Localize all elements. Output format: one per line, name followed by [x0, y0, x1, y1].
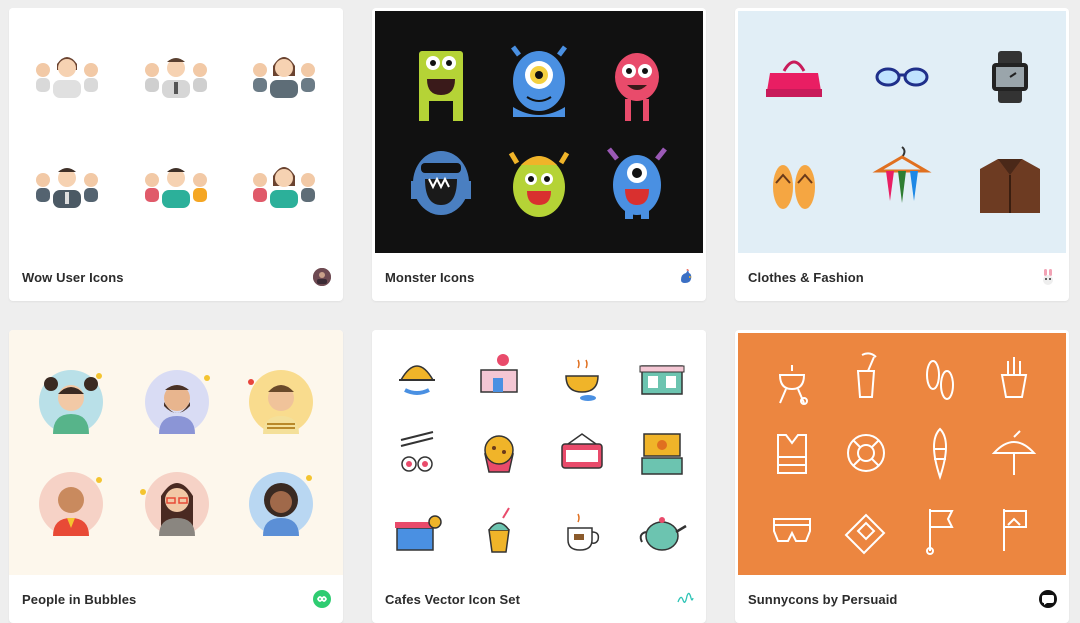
card-title[interactable]: People in Bubbles [22, 592, 136, 607]
coffee-cup-icon [567, 513, 600, 551]
soup-bowl-icon [565, 359, 599, 401]
card-footer: Cafes Vector Icon Set [372, 575, 706, 623]
infinity-green-icon[interactable] [313, 590, 331, 608]
hanging-ties-icon [872, 146, 932, 203]
card-title[interactable]: Cafes Vector Icon Set [385, 592, 520, 607]
serving-cloche-icon [399, 365, 435, 395]
card-footer: People in Bubbles [9, 575, 343, 623]
card-preview[interactable] [375, 11, 703, 253]
card-title[interactable]: Clothes & Fashion [748, 270, 864, 285]
blond-man-bubble-icon [248, 370, 313, 434]
curly-woman-bubble-icon [249, 472, 313, 536]
card-preview[interactable] [9, 8, 343, 253]
french-fries-icon [1000, 357, 1028, 398]
rooster-avatar-icon[interactable] [676, 268, 694, 286]
women-dark-group-icon [253, 57, 315, 98]
ice-cream-shop-icon [480, 354, 518, 393]
beach-flag-icon [926, 509, 954, 555]
blue-cyclops-monster-icon [511, 45, 567, 117]
icon-set-card-people-bubbles[interactable]: People in Bubbles [9, 330, 343, 623]
swim-shorts-icon [773, 518, 811, 542]
woman-glasses-bubble-icon [140, 472, 209, 536]
glasses-icon [875, 67, 929, 87]
avatar-photo-icon[interactable] [313, 268, 331, 286]
icon-set-card-cafes[interactable]: Cafes Vector Icon Set [372, 330, 706, 623]
card-title[interactable]: Wow User Icons [22, 270, 124, 285]
sushi-chopsticks-icon [400, 431, 434, 472]
sailing-flag-icon [1003, 509, 1027, 551]
card-title[interactable]: Sunnycons by Persuaid [748, 592, 897, 607]
bald-man-bubble-icon [39, 472, 103, 536]
mixed-group-icon [253, 167, 315, 208]
icon-set-card-clothes-fashion[interactable]: Clothes & Fashion [735, 8, 1069, 301]
girl-pigtails-bubble-icon [39, 370, 103, 434]
icon-set-card-wow-user[interactable]: Wow User Icons [9, 8, 343, 301]
muffin-icon [484, 435, 514, 473]
card-footer: Clothes & Fashion [735, 253, 1069, 301]
pink-monster-icon [615, 53, 659, 121]
card-footer: Wow User Icons [9, 253, 343, 301]
candy-shop-icon [395, 515, 442, 551]
card-preview[interactable] [372, 330, 706, 575]
surfboard-icon [933, 427, 947, 481]
teapot-icon [639, 517, 687, 551]
bearded-man-bubble-icon [145, 370, 210, 434]
barbecue-grill-icon [778, 365, 808, 405]
wristwatch-icon [992, 51, 1028, 103]
card-footer: Sunnycons by Persuaid [735, 575, 1069, 623]
menu-board-icon [641, 433, 683, 475]
icon-set-card-sunnycons[interactable]: Sunnycons by Persuaid [735, 330, 1069, 623]
green-box-monster-icon [419, 51, 463, 121]
milkshake-icon [488, 507, 510, 553]
men-group-icon [145, 58, 207, 98]
colorful-group-icon [145, 168, 207, 208]
sunglasses-monster-icon [411, 151, 471, 215]
card-preview[interactable] [9, 330, 343, 575]
card-preview[interactable] [738, 333, 1066, 575]
beach-umbrella-icon [991, 430, 1037, 475]
cocktail-drink-icon [856, 352, 877, 398]
life-vest-icon [777, 434, 807, 474]
card-footer: Monster Icons [372, 253, 706, 301]
viking-monster-icon [508, 151, 570, 217]
jacket-icon [980, 159, 1040, 213]
handbag-icon [766, 60, 822, 97]
women-group-icon [36, 57, 98, 98]
signature-logo-icon[interactable] [676, 590, 694, 608]
closed-sign-icon [561, 433, 603, 469]
lifebuoy-icon [847, 434, 885, 472]
flip-flops-outline-icon [926, 360, 954, 400]
ticket-icon [844, 513, 886, 555]
rabbit-avatar-icon[interactable] [1039, 268, 1057, 286]
card-preview[interactable] [738, 11, 1066, 253]
flip-flops-icon [773, 165, 815, 209]
blue-horned-monster-icon [607, 147, 667, 219]
cafe-storefront-icon [639, 365, 685, 395]
chat-bubble-black-icon[interactable] [1039, 590, 1057, 608]
card-title[interactable]: Monster Icons [385, 270, 474, 285]
men-dark-group-icon [36, 168, 98, 208]
icon-set-card-monster[interactable]: Monster Icons [372, 8, 706, 301]
